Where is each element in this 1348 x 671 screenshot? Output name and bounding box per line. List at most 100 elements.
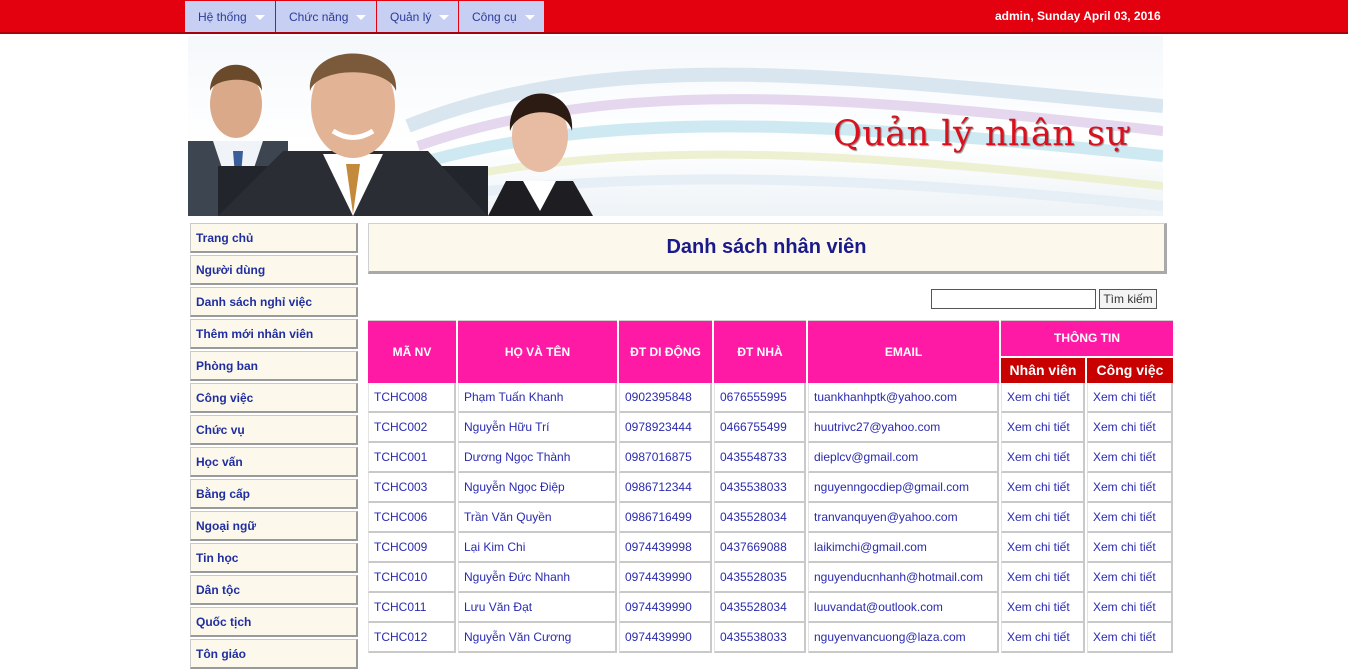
table-row: TCHC006 Trần Văn Quyền 0986716499 043552803… <box>368 503 1173 533</box>
user-date-info: admin, Sunday April 03, 2016 <box>995 9 1161 23</box>
staff-detail-link[interactable]: Xem chi tiết <box>1001 473 1085 503</box>
sidebar-item-quoc-tich[interactable]: Quốc tịch <box>190 607 358 637</box>
staff-name-cell: Nguyễn Hữu Trí <box>458 413 617 443</box>
staff-id-cell: TCHC010 <box>368 563 456 593</box>
job-detail-link[interactable]: Xem chi tiết <box>1087 473 1173 503</box>
email-cell: nguyenducnhanh@hotmail.com <box>808 563 999 593</box>
home-phone-cell: 0435538033 <box>714 473 806 503</box>
sidebar-item-nguoi-dung[interactable]: Người dùng <box>190 255 358 285</box>
staff-id-cell: TCHC011 <box>368 593 456 623</box>
page-title: Danh sách nhân viên <box>368 223 1167 274</box>
search-input[interactable] <box>931 289 1096 309</box>
sidebar-item-phong-ban[interactable]: Phòng ban <box>190 351 358 381</box>
sidebar-item-ngoai-ngu[interactable]: Ngoại ngữ <box>190 511 358 541</box>
sidebar-item-ton-giao[interactable]: Tôn giáo <box>190 639 358 669</box>
chevron-down-icon <box>356 15 367 20</box>
sidebar-item-dan-toc[interactable]: Dân tộc <box>190 575 358 605</box>
chevron-down-icon <box>524 15 535 20</box>
staff-id-cell: TCHC002 <box>368 413 456 443</box>
mobile-phone-cell: 0974439990 <box>619 623 712 653</box>
search-button[interactable]: Tìm kiếm <box>1099 289 1157 309</box>
email-cell: luuvandat@outlook.com <box>808 593 999 623</box>
mobile-phone-cell: 0974439990 <box>619 563 712 593</box>
staff-id-cell: TCHC012 <box>368 623 456 653</box>
table-row: TCHC010 Nguyễn Đức Nhanh 0974439990 0435528… <box>368 563 1173 593</box>
staff-id-cell: TCHC008 <box>368 383 456 413</box>
staff-detail-link[interactable]: Xem chi tiết <box>1001 503 1085 533</box>
staff-id-cell: TCHC006 <box>368 503 456 533</box>
staff-name-cell: Dương Ngọc Thành <box>458 443 617 473</box>
job-detail-link[interactable]: Xem chi tiết <box>1087 503 1173 533</box>
menu-label: Quản lý <box>390 9 432 24</box>
col-header-home-phone: ĐT NHÀ <box>714 320 806 383</box>
main-menu: Hệ thống Chức năng Quản lý Công cụ <box>185 1 545 32</box>
mobile-phone-cell: 0986716499 <box>619 503 712 533</box>
job-detail-link[interactable]: Xem chi tiết <box>1087 383 1173 413</box>
mobile-phone-cell: 0974439998 <box>619 533 712 563</box>
col-header-email: EMAIL <box>808 320 999 383</box>
menu-chuc-nang[interactable]: Chức năng <box>276 1 376 32</box>
sidebar-item-hoc-van[interactable]: Học vấn <box>190 447 358 477</box>
staff-detail-link[interactable]: Xem chi tiết <box>1001 533 1085 563</box>
email-cell: nguyenngocdiep@gmail.com <box>808 473 999 503</box>
home-phone-cell: 0466755499 <box>714 413 806 443</box>
email-cell: laikimchi@gmail.com <box>808 533 999 563</box>
menu-label: Hệ thống <box>198 9 247 24</box>
job-detail-link[interactable]: Xem chi tiết <box>1087 533 1173 563</box>
table-row: TCHC002 Nguyễn Hữu Trí 0978923444 046675549… <box>368 413 1173 443</box>
staff-detail-link[interactable]: Xem chi tiết <box>1001 593 1085 623</box>
staff-table-body: TCHC008 Phạm Tuấn Khanh 0902395848 06765559… <box>368 383 1173 653</box>
staff-detail-link[interactable]: Xem chi tiết <box>1001 443 1085 473</box>
email-cell: nguyenvancuong@laza.com <box>808 623 999 653</box>
sidebar-item-them-moi-nhan-vien[interactable]: Thêm mới nhân viên <box>190 319 358 349</box>
menu-he-thong[interactable]: Hệ thống <box>185 1 275 32</box>
col-header-name: HỌ VÀ TÊN <box>458 320 617 383</box>
job-detail-link[interactable]: Xem chi tiết <box>1087 443 1173 473</box>
email-cell: tranvanquyen@yahoo.com <box>808 503 999 533</box>
home-phone-cell: 0435548733 <box>714 443 806 473</box>
staff-name-cell: Lại Kim Chi <box>458 533 617 563</box>
sidebar-item-tin-hoc[interactable]: Tin học <box>190 543 358 573</box>
mobile-phone-cell: 0987016875 <box>619 443 712 473</box>
col-header-info-job: Công việc <box>1087 355 1173 383</box>
home-phone-cell: 0435528034 <box>714 503 806 533</box>
staff-name-cell: Nguyễn Văn Cương <box>458 623 617 653</box>
staff-name-cell: Phạm Tuấn Khanh <box>458 383 617 413</box>
menu-cong-cu[interactable]: Công cụ <box>459 1 544 32</box>
staff-detail-link[interactable]: Xem chi tiết <box>1001 413 1085 443</box>
col-header-mobile: ĐT DI ĐỘNG <box>619 320 712 383</box>
mobile-phone-cell: 0902395848 <box>619 383 712 413</box>
staff-detail-link[interactable]: Xem chi tiết <box>1001 563 1085 593</box>
table-row: TCHC012 Nguyễn Văn Cương 0974439990 0435538… <box>368 623 1173 653</box>
staff-detail-link[interactable]: Xem chi tiết <box>1001 623 1085 653</box>
home-phone-cell: 0435528034 <box>714 593 806 623</box>
mobile-phone-cell: 0986712344 <box>619 473 712 503</box>
staff-table: MÃ NV HỌ VÀ TÊN ĐT DI ĐỘNG ĐT NHÀ EMAIL … <box>366 320 1175 653</box>
sidebar-nav: Trang chủ Người dùng Danh sách nghỉ việc… <box>190 223 358 671</box>
chevron-down-icon <box>439 15 450 20</box>
job-detail-link[interactable]: Xem chi tiết <box>1087 563 1173 593</box>
home-phone-cell: 0435538033 <box>714 623 806 653</box>
sidebar-item-bang-cap[interactable]: Bằng cấp <box>190 479 358 509</box>
top-bar: Hệ thống Chức năng Quản lý Công cụ admin… <box>0 0 1348 34</box>
job-detail-link[interactable]: Xem chi tiết <box>1087 623 1173 653</box>
sidebar-item-cong-viec[interactable]: Công việc <box>190 383 358 413</box>
table-row: TCHC008 Phạm Tuấn Khanh 0902395848 06765559… <box>368 383 1173 413</box>
sidebar-item-danh-sach-nghi-viec[interactable]: Danh sách nghỉ việc <box>190 287 358 317</box>
sidebar-item-trang-chu[interactable]: Trang chủ <box>190 223 358 253</box>
menu-quan-ly[interactable]: Quản lý <box>377 1 458 32</box>
sidebar-item-chuc-vu[interactable]: Chức vụ <box>190 415 358 445</box>
home-phone-cell: 0676555995 <box>714 383 806 413</box>
table-row: TCHC009 Lại Kim Chi 0974439998 0437669088 la… <box>368 533 1173 563</box>
home-phone-cell: 0437669088 <box>714 533 806 563</box>
col-header-id: MÃ NV <box>368 320 456 383</box>
staff-id-cell: TCHC001 <box>368 443 456 473</box>
home-phone-cell: 0435528035 <box>714 563 806 593</box>
mobile-phone-cell: 0974439990 <box>619 593 712 623</box>
job-detail-link[interactable]: Xem chi tiết <box>1087 413 1173 443</box>
job-detail-link[interactable]: Xem chi tiết <box>1087 593 1173 623</box>
email-cell: dieplcv@gmail.com <box>808 443 999 473</box>
staff-name-cell: Lưu Văn Đạt <box>458 593 617 623</box>
mobile-phone-cell: 0978923444 <box>619 413 712 443</box>
staff-detail-link[interactable]: Xem chi tiết <box>1001 383 1085 413</box>
